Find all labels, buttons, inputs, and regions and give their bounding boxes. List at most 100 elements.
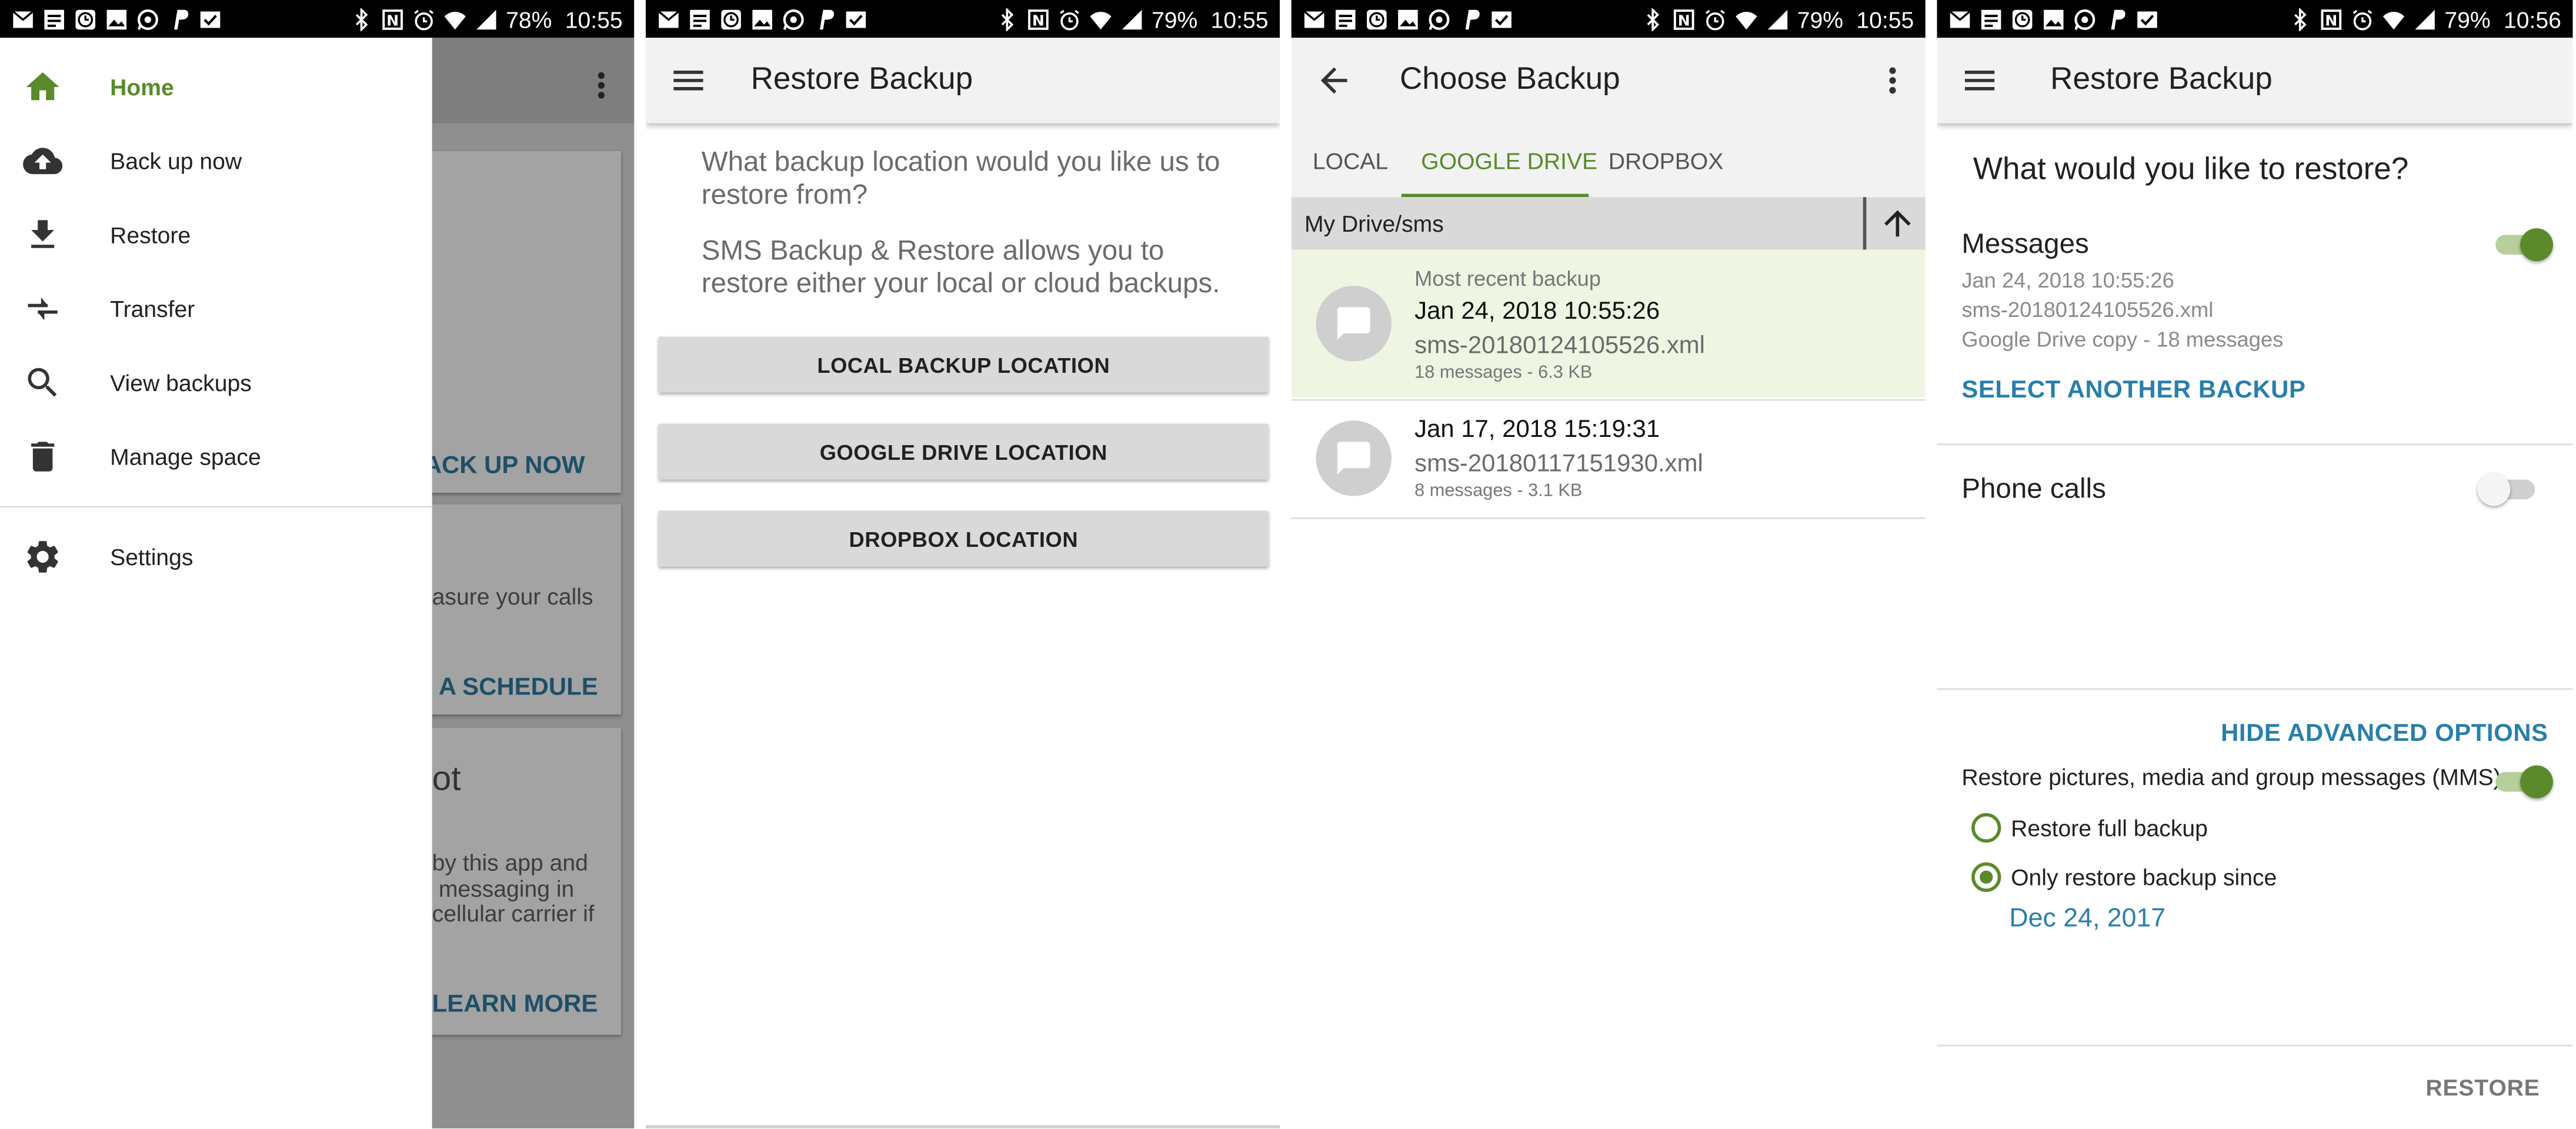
drawer-item-settings[interactable]: Settings: [0, 519, 432, 593]
note-icon: [1980, 8, 2003, 31]
app-bar: Choose Backup: [1291, 38, 1926, 123]
status-right-icons: N: [1641, 7, 1789, 31]
backup-details: 18 messages - 6.3 KB: [1414, 363, 1593, 383]
signal-icon: [1120, 8, 1143, 31]
phone-calls-label: Phone calls: [1961, 473, 2106, 505]
restore-button[interactable]: RESTORE: [2425, 1074, 2540, 1101]
clock-app-icon: [720, 8, 743, 31]
backup-row[interactable]: Jan 17, 2018 15:19:31 sms-20180117151930…: [1292, 401, 1926, 517]
page-title: Choose Backup: [1399, 62, 1620, 97]
backup-details: 8 messages - 3.1 KB: [1414, 481, 1583, 501]
google-drive-location-button[interactable]: GOOGLE DRIVE LOCATION: [659, 423, 1269, 480]
only-restore-since-label: Only restore backup since: [2011, 864, 2277, 891]
status-bar: N 79% 10:56: [1937, 0, 2573, 38]
bluetooth-icon: [996, 7, 1019, 31]
drawer-divider: [0, 506, 432, 508]
drawer-item-label: Home: [110, 73, 174, 100]
status-left-icons: [1303, 8, 1513, 31]
status-bar: N 79% 10:55: [1291, 0, 1926, 38]
messages-toggle[interactable]: [2491, 226, 2553, 262]
clock: 10:55: [1856, 5, 1914, 32]
restore-heading: What would you like to restore?: [1973, 152, 2409, 188]
screen-restore-location: N 79% 10:55 Restore Backup What backup l…: [645, 0, 1280, 1129]
chat-bubble-icon: [1337, 307, 1370, 340]
image-icon: [2042, 8, 2065, 31]
message-avatar: [1316, 420, 1392, 496]
messages-backup-copy: Google Drive copy - 18 messages: [1961, 326, 2284, 352]
bluetooth-icon: [350, 7, 373, 31]
wifi-icon: [1089, 8, 1112, 31]
tab-dropbox[interactable]: DROPBOX: [1609, 123, 1724, 198]
drawer-item-manage-space[interactable]: Manage space: [0, 419, 432, 493]
signal-icon: [1766, 8, 1789, 31]
hide-advanced-options-link[interactable]: HIDE ADVANCED OPTIONS: [2221, 720, 2548, 747]
tab-local[interactable]: LOCAL: [1313, 123, 1388, 198]
app-bar: Restore Backup: [645, 38, 1280, 123]
drawer-item-label: Back up now: [110, 147, 242, 173]
status-right: N 79% 10:56: [2288, 6, 2561, 32]
status-right: N 79% 10:55: [1641, 6, 1914, 32]
dropbox-location-button[interactable]: DROPBOX LOCATION: [659, 510, 1269, 567]
since-date-picker[interactable]: Dec 24, 2017: [2009, 905, 2165, 934]
mail-check-icon: [199, 8, 222, 31]
phone-calls-toggle[interactable]: [2477, 472, 2540, 506]
drawer-item-label: Manage space: [110, 442, 261, 469]
drawer-item-view-backups[interactable]: View backups: [0, 345, 432, 419]
drawer-item-restore[interactable]: Restore: [0, 197, 432, 271]
background-text: cellular carrier if: [432, 900, 595, 927]
chat-bubble-icon: [1337, 442, 1370, 475]
background-text: by this app and: [432, 849, 588, 876]
drawer-item-transfer[interactable]: Transfer: [0, 271, 432, 345]
backup-row-recent[interactable]: Most recent backup Jan 24, 2018 10:55:26…: [1291, 249, 1926, 398]
drawer-item-label: View backups: [110, 369, 252, 395]
section-divider: [1937, 1044, 2573, 1047]
path-separator: [1863, 197, 1867, 250]
tab-bar: LOCAL GOOGLE DRIVE DROPBOX: [1291, 123, 1926, 198]
messages-label: Messages: [1961, 228, 2089, 260]
backup-tag: Most recent backup: [1414, 266, 1601, 291]
paypal-icon: [2104, 8, 2127, 31]
drawer-item-label: Settings: [110, 543, 193, 569]
arrow-up-icon[interactable]: [1878, 203, 1917, 243]
restore-full-backup-radio[interactable]: [1971, 813, 2001, 843]
clock-app-icon: [74, 8, 97, 31]
note-icon: [43, 8, 66, 31]
svg-text:N: N: [1032, 11, 1045, 28]
select-another-backup-link[interactable]: SELECT ANOTHER BACKUP: [1961, 376, 2305, 404]
back-arrow-icon[interactable]: [1314, 61, 1354, 100]
navigation-drawer: Home Back up now Restore Transfer View b…: [0, 38, 432, 1129]
drawer-item-label: Restore: [110, 221, 191, 248]
background-heading: ot: [432, 760, 461, 799]
whatsapp-icon: [782, 8, 805, 31]
signal-icon: [475, 8, 498, 31]
path-bar: My Drive/sms: [1291, 197, 1926, 250]
wifi-icon: [1735, 8, 1758, 31]
svg-text:N: N: [386, 11, 399, 28]
backup-filename: sms-20180124105526.xml: [1414, 332, 1705, 360]
page-title: Restore Backup: [2050, 62, 2273, 97]
status-right-icons: N: [996, 7, 1143, 31]
background-schedule: A SCHEDULE: [438, 673, 598, 702]
mail-icon: [1303, 8, 1326, 31]
only-restore-since-radio[interactable]: [1971, 862, 2001, 892]
home-icon: [23, 66, 62, 106]
tab-google-drive[interactable]: GOOGLE DRIVE: [1421, 123, 1597, 198]
clock: 10:55: [565, 5, 623, 32]
screen-restore-options: N 79% 10:56 Restore Backup What would yo…: [1937, 0, 2573, 1129]
hamburger-menu-icon[interactable]: [669, 61, 708, 100]
message-avatar: [1316, 286, 1392, 362]
overflow-menu-icon[interactable]: [1876, 61, 1909, 100]
current-path: My Drive/sms: [1304, 210, 1444, 237]
download-icon: [23, 215, 62, 254]
whatsapp-icon: [2073, 8, 2096, 31]
hamburger-menu-icon[interactable]: [1960, 61, 2000, 100]
mms-toggle[interactable]: [2491, 764, 2553, 799]
drawer-item-home[interactable]: Home: [0, 49, 432, 123]
status-bar: N 78% 10:55: [0, 0, 635, 38]
whatsapp-icon: [136, 8, 159, 31]
mail-check-icon: [2135, 8, 2158, 31]
section-divider: [1937, 443, 2573, 446]
local-backup-location-button[interactable]: LOCAL BACKUP LOCATION: [659, 336, 1269, 393]
drawer-item-back-up-now[interactable]: Back up now: [0, 123, 432, 198]
alarm-icon: [1058, 8, 1081, 31]
